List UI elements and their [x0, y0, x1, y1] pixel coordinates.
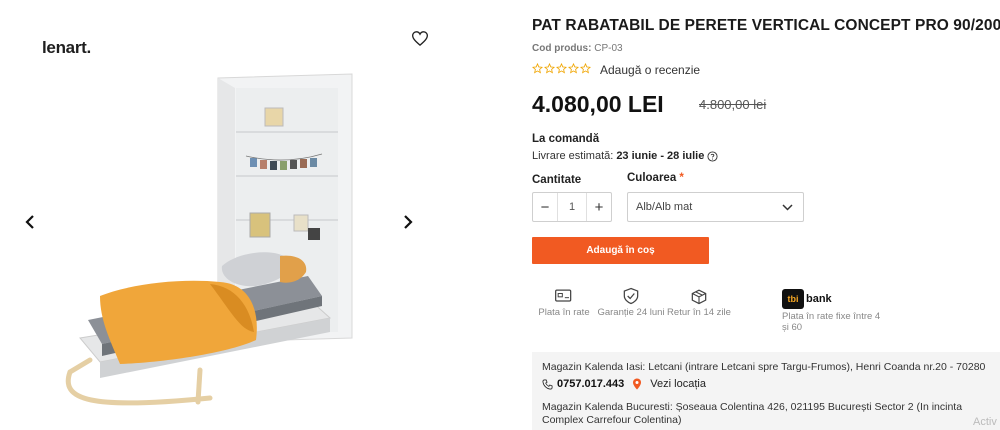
phone-icon — [542, 379, 553, 389]
tbi-logo: tbi — [782, 289, 804, 309]
shield-check-icon — [623, 287, 639, 305]
product-sku: Cod produs: CP-03 — [532, 43, 623, 54]
delivery-dates: 23 iunie - 28 iulie — [616, 150, 705, 162]
add-to-cart-button[interactable]: Adaugă în coș — [532, 237, 709, 264]
store-bucuresti-address: Magazin Kalenda Bucuresti: Șoseaua Colen… — [542, 401, 963, 426]
sku-label: Cod produs: — [532, 43, 592, 54]
card-icon — [555, 289, 572, 302]
benefit-return: Retur în 14 zile — [664, 287, 734, 318]
increase-quantity-button[interactable]: + — [587, 193, 611, 221]
view-location-link[interactable]: Vezi locația — [650, 378, 706, 390]
brand-logo[interactable]: lenart. — [42, 38, 91, 58]
tbi-offer-text: Plata în rate fixe între 4 și 60 — [782, 311, 881, 333]
product-details: PAT RABATABIL DE PERETE VERTICAL CONCEPT… — [532, 0, 1000, 430]
benefits-row: Plata în rate Garanție 24 luni Retur în … — [532, 287, 1000, 337]
star-icon — [556, 63, 567, 74]
required-marker: * — [679, 172, 684, 184]
box-return-icon — [691, 289, 707, 305]
rating-stars[interactable] — [532, 63, 591, 74]
benefit-text: Plata în rate — [538, 307, 590, 318]
decrease-quantity-button[interactable]: − — [533, 193, 557, 221]
tbi-bank-name: bank — [806, 293, 832, 305]
color-label-text: Culoarea — [627, 172, 677, 184]
add-review-link[interactable]: Adaugă o recenzie — [600, 63, 700, 77]
star-icon — [544, 63, 555, 74]
benefit-text: Retur în 14 zile — [667, 307, 731, 318]
benefit-text: Garanție 24 luni — [597, 307, 665, 318]
benefit-warranty: Garanție 24 luni — [596, 287, 666, 318]
availability-status: La comandă — [532, 133, 600, 145]
stores-panel: Magazin Kalenda Iasi: Letcani (intrare L… — [532, 352, 1000, 430]
product-title: PAT RABATABIL DE PERETE VERTICAL CONCEPT… — [532, 17, 1000, 34]
color-select[interactable]: Alb/Alb mat — [627, 192, 804, 222]
star-icon — [568, 63, 579, 74]
help-circle-icon[interactable] — [707, 150, 718, 162]
color-select-value: Alb/Alb mat — [636, 201, 693, 213]
old-price: 4.800,00 lei — [699, 97, 767, 112]
current-price: 4.080,00 LEI — [532, 91, 664, 117]
quantity-stepper: − 1 + — [532, 192, 612, 222]
activation-watermark: Activ — [973, 416, 997, 428]
phone-number[interactable]: 0757.017.443 — [557, 378, 624, 390]
product-gallery: lenart. — [0, 0, 500, 430]
quantity-label: Cantitate — [532, 174, 582, 186]
heart-outline-icon[interactable] — [410, 28, 430, 48]
quantity-input[interactable]: 1 — [557, 193, 587, 221]
star-icon — [580, 63, 591, 74]
sku-value: CP-03 — [594, 43, 623, 54]
benefit-installments: Plata în rate — [529, 287, 599, 318]
chevron-down-icon — [782, 203, 793, 211]
store-contact: 0757.017.443 Vezi locația — [542, 378, 706, 390]
delivery-label: Livrare estimată: — [532, 150, 614, 162]
product-image[interactable] — [60, 70, 400, 420]
map-pin-icon — [633, 378, 642, 390]
color-label: Culoarea * — [627, 172, 684, 184]
store-iasi-address: Magazin Kalenda Iasi: Letcani (intrare L… — [542, 361, 986, 373]
chevron-left-icon[interactable] — [18, 210, 42, 234]
star-icon — [532, 63, 543, 74]
delivery-estimate: Livrare estimată: 23 iunie - 28 iulie — [532, 150, 718, 162]
